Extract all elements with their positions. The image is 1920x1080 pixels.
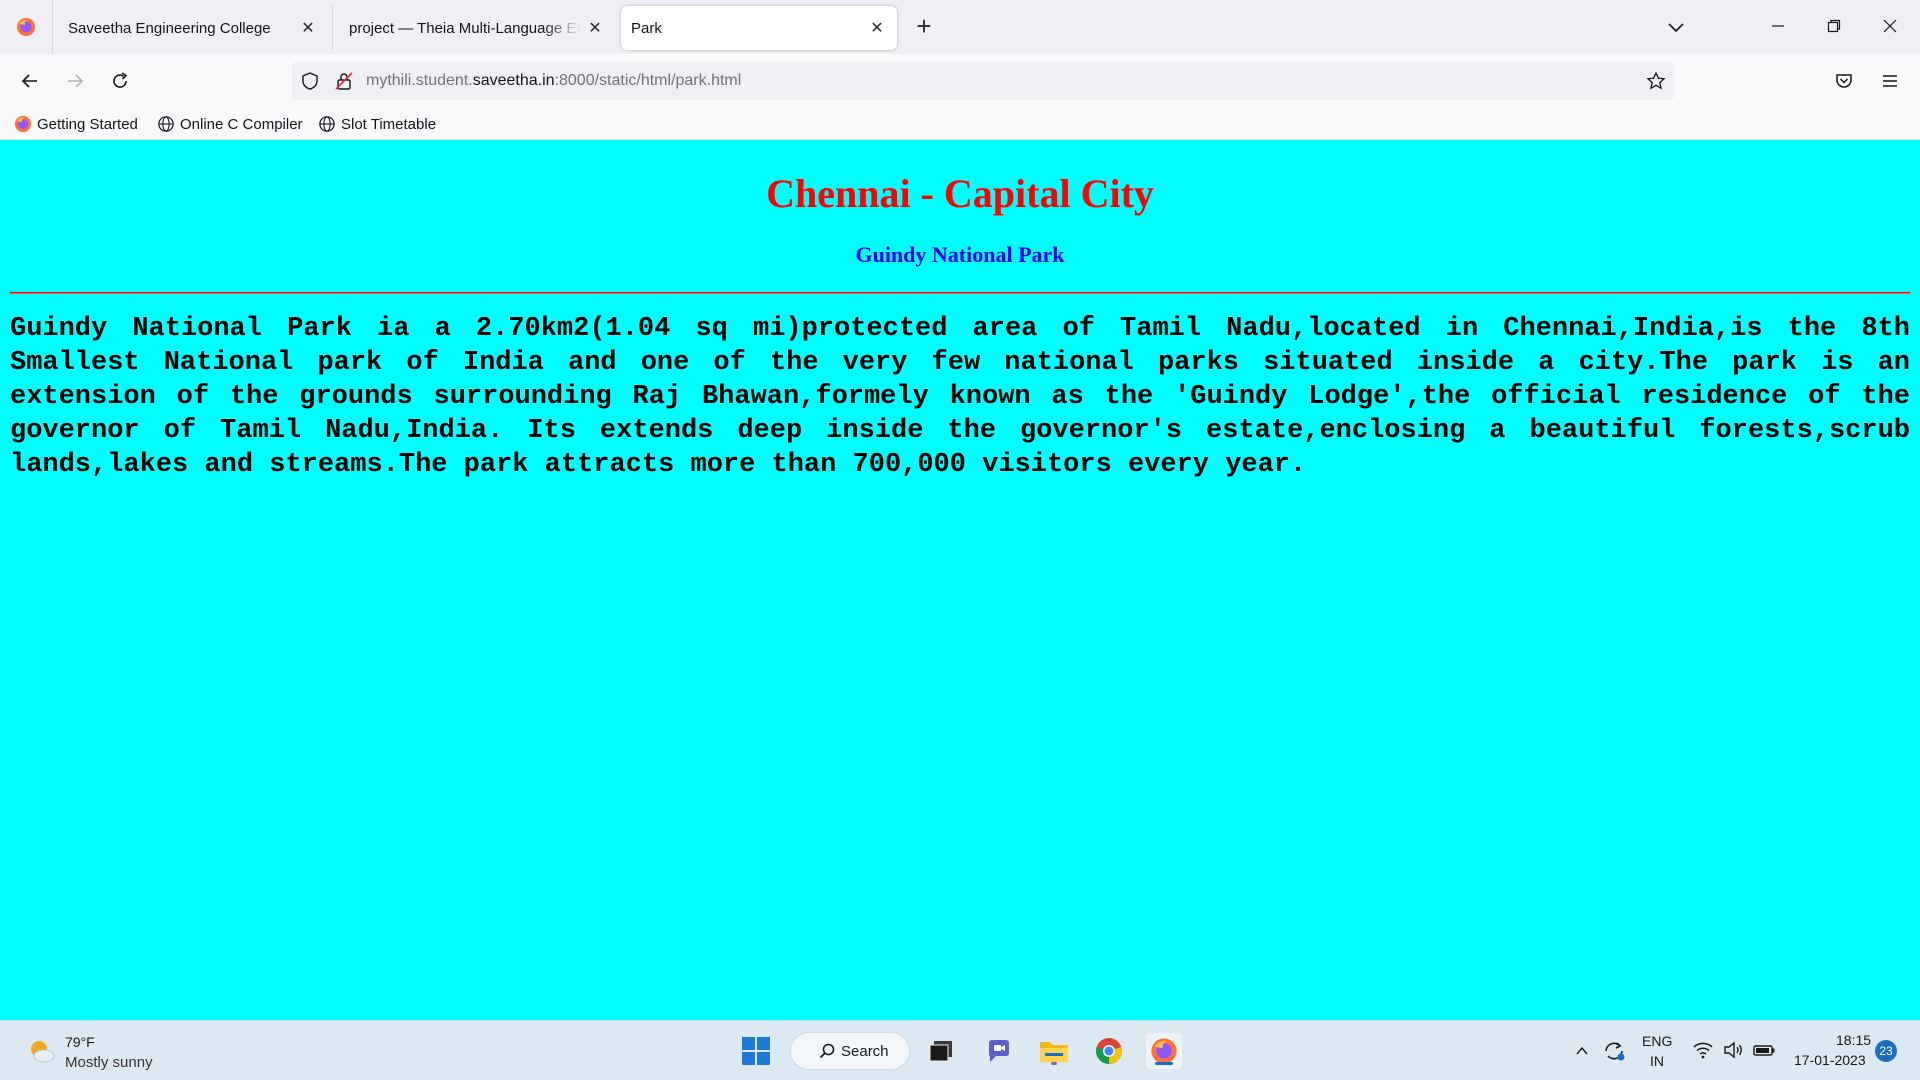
- chevron-down-icon: [1668, 23, 1684, 33]
- weather-description: Mostly sunny: [65, 1054, 153, 1071]
- language-code: ENG: [1642, 1033, 1673, 1049]
- restore-icon: [1827, 19, 1841, 33]
- volume-icon: [1724, 1041, 1742, 1059]
- arrow-right-icon: [68, 74, 84, 88]
- tab-project-theia[interactable]: project — Theia Multi-Language Ex ✕: [332, 6, 606, 50]
- reload-button[interactable]: [106, 67, 134, 95]
- page-title: Chennai - Capital City: [766, 171, 1154, 216]
- file-explorer-button[interactable]: [1036, 1033, 1072, 1069]
- back-button[interactable]: [16, 67, 44, 95]
- firefox-taskbar-button[interactable]: [1146, 1033, 1182, 1069]
- close-icon[interactable]: ✕: [585, 18, 605, 38]
- firefox-view-button[interactable]: [0, 0, 53, 54]
- firefox-icon: [1151, 1038, 1177, 1064]
- insecure-lock-icon[interactable]: [334, 71, 354, 96]
- network-volume-battery-button[interactable]: [1692, 1039, 1776, 1061]
- url-domain: saveetha.in: [472, 72, 555, 89]
- tab-park[interactable]: Park ✕: [621, 6, 897, 50]
- notification-badge[interactable]: 23: [1875, 1040, 1897, 1062]
- url-text[interactable]: mythili.student.saveetha.in:8000/static/…: [366, 72, 741, 90]
- list-all-tabs-button[interactable]: [1664, 15, 1688, 39]
- reload-icon: [113, 72, 128, 88]
- battery-icon: [1753, 1045, 1775, 1056]
- tab-label: project — Theia Multi-Language Ex: [349, 19, 581, 37]
- bookmark-getting-started[interactable]: Getting Started: [14, 114, 138, 134]
- tab-bar: Saveetha Engineering College ✕ project —…: [0, 0, 1920, 54]
- restore-button[interactable]: [1822, 14, 1846, 38]
- minimize-icon: [1772, 25, 1784, 27]
- url-bar[interactable]: mythili.student.saveetha.in:8000/static/…: [292, 62, 1674, 100]
- tab-label: Saveetha Engineering College: [68, 19, 271, 37]
- chrome-icon: [1096, 1038, 1122, 1064]
- horizontal-rule: [10, 292, 1910, 294]
- sync-icon: [1605, 1042, 1625, 1061]
- new-tab-button[interactable]: +: [912, 13, 936, 39]
- partly-sunny-icon: [31, 1041, 55, 1063]
- folder-icon: [1040, 1042, 1068, 1062]
- pocket-icon: [1836, 74, 1852, 88]
- taskbar-search[interactable]: Search: [790, 1032, 910, 1070]
- close-window-button[interactable]: [1878, 14, 1902, 38]
- task-view-icon: [929, 1041, 952, 1062]
- search-label: Search: [841, 1042, 889, 1060]
- region-code: IN: [1650, 1053, 1664, 1069]
- bookmark-label: Getting Started: [37, 115, 138, 133]
- windows-logo-icon: [742, 1037, 770, 1065]
- bookmark-slot-timetable[interactable]: Slot Timetable: [318, 114, 436, 134]
- firefox-icon: [14, 115, 32, 133]
- clock-time: 18:15: [1836, 1032, 1872, 1048]
- globe-icon: [319, 116, 335, 132]
- bookmarks-toolbar: Getting Started Online C Compiler Slot T…: [0, 108, 1920, 140]
- url-prefix: mythili.student.: [366, 72, 473, 89]
- tab-label: Park: [631, 19, 662, 37]
- search-icon: [819, 1043, 835, 1059]
- globe-icon: [158, 116, 174, 132]
- bookmark-star-icon[interactable]: [1646, 71, 1666, 96]
- page-subtitle: Guindy National Park: [855, 242, 1065, 267]
- windows-taskbar: 79°F Mostly sunny Search ENG IN 18:15 17…: [0, 1020, 1920, 1080]
- url-path: :8000/static/html/park.html: [554, 72, 742, 89]
- running-indicator: [1051, 1062, 1057, 1065]
- page-content: Chennai - Capital City Guindy National P…: [0, 140, 1920, 1020]
- park-description-paragraph: Guindy National Park ia a 2.70km2(1.04 s…: [10, 314, 1910, 480]
- chrome-button[interactable]: [1091, 1033, 1127, 1069]
- close-icon[interactable]: ✕: [867, 18, 887, 38]
- active-indicator: [1155, 1062, 1173, 1065]
- chat-icon: [989, 1040, 1009, 1062]
- sync-status-button[interactable]: [1602, 1039, 1626, 1068]
- chevron-up-icon: [1576, 1046, 1588, 1055]
- task-view-button[interactable]: [923, 1033, 959, 1069]
- close-icon: [1883, 19, 1897, 33]
- wifi-icon: [1693, 1042, 1713, 1059]
- close-icon[interactable]: ✕: [298, 18, 318, 38]
- teams-chat-button[interactable]: [981, 1033, 1017, 1069]
- bookmark-label: Online C Compiler: [180, 115, 303, 133]
- menu-button[interactable]: [1876, 67, 1904, 95]
- pocket-button[interactable]: [1830, 67, 1858, 95]
- navigation-toolbar: mythili.student.saveetha.in:8000/static/…: [0, 54, 1920, 108]
- clock-date: 17-01-2023: [1794, 1052, 1866, 1068]
- firefox-icon: [17, 18, 35, 36]
- bookmark-online-c-compiler[interactable]: Online C Compiler: [157, 114, 303, 134]
- show-hidden-icons-button[interactable]: [1574, 1043, 1590, 1064]
- forward-button[interactable]: [61, 67, 89, 95]
- tracking-protection-shield-icon[interactable]: [300, 71, 320, 96]
- bookmark-label: Slot Timetable: [341, 115, 437, 133]
- hamburger-menu-icon: [1883, 75, 1897, 87]
- tab-saveetha[interactable]: Saveetha Engineering College ✕: [54, 6, 324, 50]
- weather-temperature: 79°F: [65, 1034, 95, 1050]
- minimize-button[interactable]: [1766, 14, 1790, 38]
- arrow-left-icon: [21, 74, 37, 88]
- start-button[interactable]: [738, 1033, 774, 1069]
